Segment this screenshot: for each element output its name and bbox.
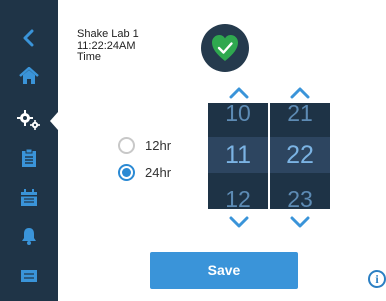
minute-prev[interactable]: 21 (270, 103, 330, 131)
sidebar-item-display[interactable] (0, 258, 58, 294)
home-icon (19, 67, 39, 84)
info-icon[interactable]: i (368, 270, 386, 288)
sidebar-item-home[interactable] (0, 58, 58, 94)
hour-down-button[interactable] (224, 211, 254, 233)
save-button[interactable]: Save (150, 252, 298, 289)
sidebar-nav (0, 0, 58, 301)
screen-icon (21, 270, 37, 282)
bell-icon (22, 228, 36, 245)
minute-down-button[interactable] (285, 211, 315, 233)
chevron-up-icon (290, 87, 310, 99)
sidebar-item-alarms[interactable] (0, 218, 58, 254)
sidebar-item-log[interactable] (0, 140, 58, 176)
device-name: Shake Lab 1 (77, 28, 139, 40)
hour-prev[interactable]: 10 (208, 103, 268, 131)
back-button[interactable] (0, 20, 58, 56)
format-label-12hr: 12hr (145, 138, 172, 153)
hour-next[interactable]: 12 (208, 181, 268, 209)
format-option-12hr[interactable]: 12hr (118, 137, 171, 154)
device-info: Shake Lab 1 11:22:24AM Time (77, 28, 139, 64)
minute-next[interactable]: 23 (270, 181, 330, 209)
sidebar-item-schedule[interactable] (0, 180, 58, 216)
chevron-up-icon (229, 87, 249, 99)
hour-up-button[interactable] (224, 82, 254, 104)
shield-check-icon (212, 35, 238, 61)
page-title: Time (77, 51, 102, 63)
chevron-down-icon (229, 216, 249, 228)
calendar-icon (21, 189, 37, 206)
radio-12hr[interactable] (118, 137, 135, 154)
format-option-24hr[interactable]: 24hr (118, 164, 171, 181)
minute-spinner[interactable]: 21 22 23 (270, 103, 330, 209)
status-badge (201, 24, 249, 72)
format-label-24hr: 24hr (145, 165, 172, 180)
hour-spinner[interactable]: 10 11 12 (208, 103, 268, 209)
chevron-down-icon (290, 216, 310, 228)
settings-gears-icon (17, 110, 40, 130)
minute-up-button[interactable] (285, 82, 315, 104)
radio-24hr[interactable] (118, 164, 135, 181)
clipboard-icon (22, 148, 36, 167)
hour-current[interactable]: 11 (208, 137, 268, 173)
back-chevron-icon (23, 29, 34, 47)
minute-current[interactable]: 22 (270, 137, 330, 173)
active-indicator (50, 112, 58, 130)
